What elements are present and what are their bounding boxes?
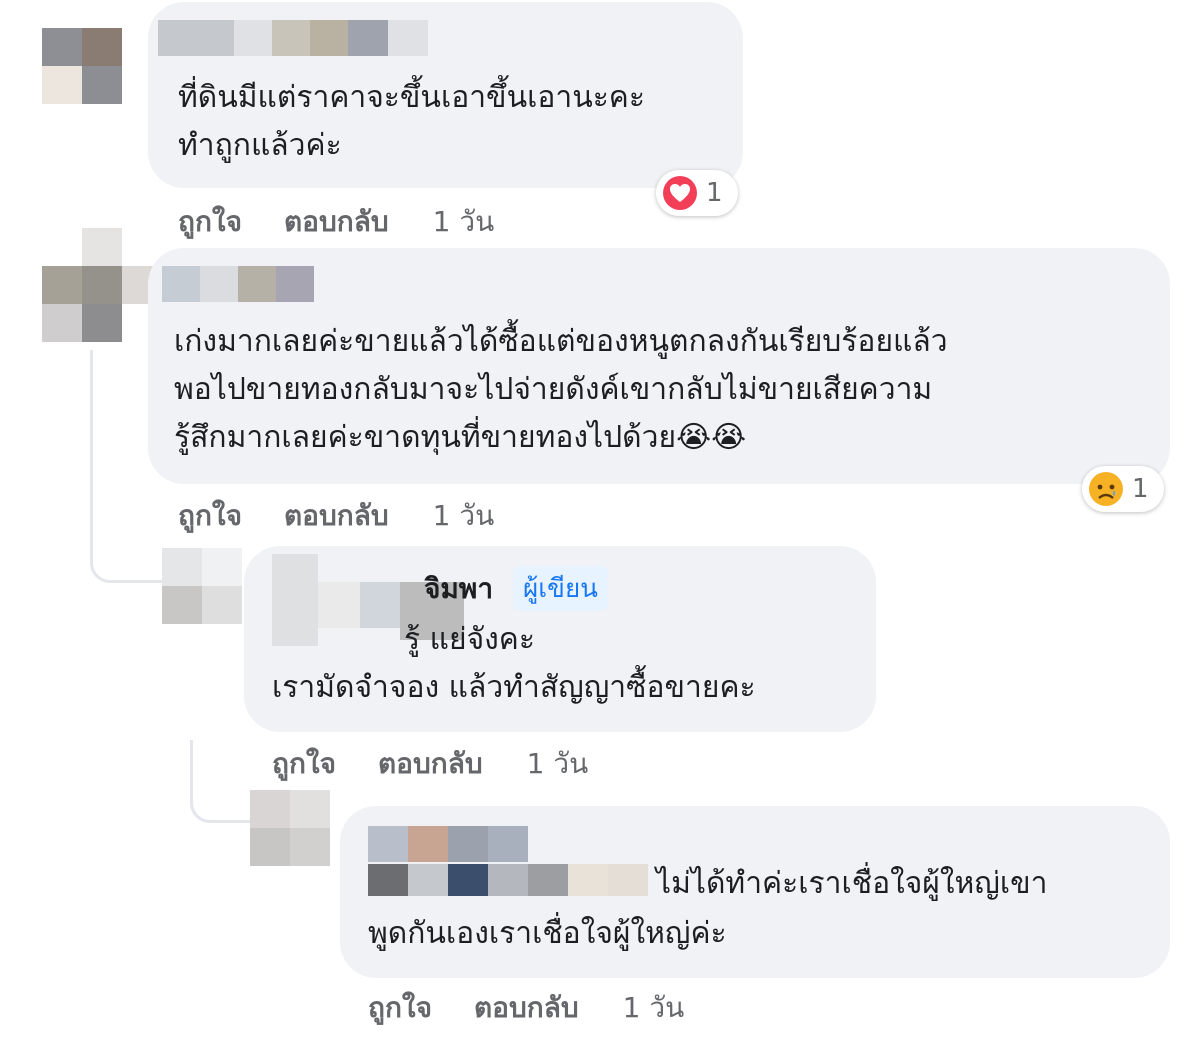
comment-text-line: ทำถูกแล้วค่ะ: [178, 128, 342, 163]
avatar[interactable]: [42, 28, 122, 104]
comment-text-line: เรามัดจำจอง แล้วทำสัญญาซื้อขายคะ: [272, 670, 756, 705]
commenter-name-blurred[interactable]: [368, 864, 648, 896]
sad-reaction-icon: [1089, 472, 1123, 506]
comment-actions: ถูกใจ ตอบกลับ 1 วัน: [178, 494, 494, 538]
like-button[interactable]: ถูกใจ: [368, 986, 432, 1030]
comment-text-line: รู้ แย่จังคะ: [404, 622, 535, 657]
commenter-name-blurred[interactable]: [368, 826, 528, 862]
comment-actions: ถูกใจ ตอบกลับ 1 วัน: [272, 742, 588, 786]
reply-button[interactable]: ตอบกลับ: [474, 986, 579, 1030]
author-badge: ผู้เขียน: [513, 566, 608, 611]
author-name-row: จิมพา ผู้เขียน: [424, 566, 608, 611]
comment-text-line: พอไปขายทองกลับมาจะไปจ่ายดังค์เขากลับไม่ข…: [174, 372, 933, 407]
comment-timestamp[interactable]: 1 วัน: [623, 986, 685, 1030]
avatar[interactable]: [42, 228, 162, 342]
heart-reaction-icon: [663, 176, 697, 210]
comment-text-line: ที่ดินมีแต่ราคาจะขึ้นเอาขึ้นเอานะคะ: [178, 80, 645, 115]
comment-text-line: ไม่ได้ทำค่ะเราเชื่อใจผู้ใหญ่เขา: [656, 866, 1048, 901]
reaction-count: 1: [1132, 474, 1149, 504]
comment-timestamp[interactable]: 1 วัน: [433, 200, 495, 244]
avatar[interactable]: [162, 548, 242, 624]
avatar[interactable]: [250, 790, 330, 866]
like-button[interactable]: ถูกใจ: [272, 742, 336, 786]
comment-actions: ถูกใจ ตอบกลับ 1 วัน: [368, 986, 684, 1030]
comment-text-line: รู้สึกมากเลยค่ะขาดทุนที่ขายทองไปด้วย😭😭: [174, 420, 747, 455]
comment-timestamp[interactable]: 1 วัน: [527, 742, 589, 786]
comment-timestamp[interactable]: 1 วัน: [433, 494, 495, 538]
reply-button[interactable]: ตอบกลับ: [284, 494, 389, 538]
commenter-name-blurred[interactable]: [162, 266, 314, 302]
like-button[interactable]: ถูกใจ: [178, 200, 242, 244]
comment-text-line: เก่งมากเลยค่ะขายแล้วได้ซื้อแต่ของหนูตกลง…: [174, 324, 948, 359]
reaction-summary[interactable]: 1: [1082, 466, 1164, 512]
thread-line: [190, 740, 253, 823]
like-button[interactable]: ถูกใจ: [178, 494, 242, 538]
reaction-count: 1: [706, 178, 723, 208]
reply-button[interactable]: ตอบกลับ: [378, 742, 483, 786]
comment-text-line: พูดกันเองเราเชื่อใจผู้ใหญ่ค่ะ: [368, 916, 727, 951]
comment-actions: ถูกใจ ตอบกลับ 1 วัน: [178, 200, 494, 244]
reply-button[interactable]: ตอบกลับ: [284, 200, 389, 244]
crying-emoji: 😭😭: [676, 420, 747, 455]
commenter-name-blurred[interactable]: [158, 20, 428, 56]
commenter-name[interactable]: จิมพา: [424, 567, 493, 611]
reaction-summary[interactable]: 1: [656, 170, 738, 216]
